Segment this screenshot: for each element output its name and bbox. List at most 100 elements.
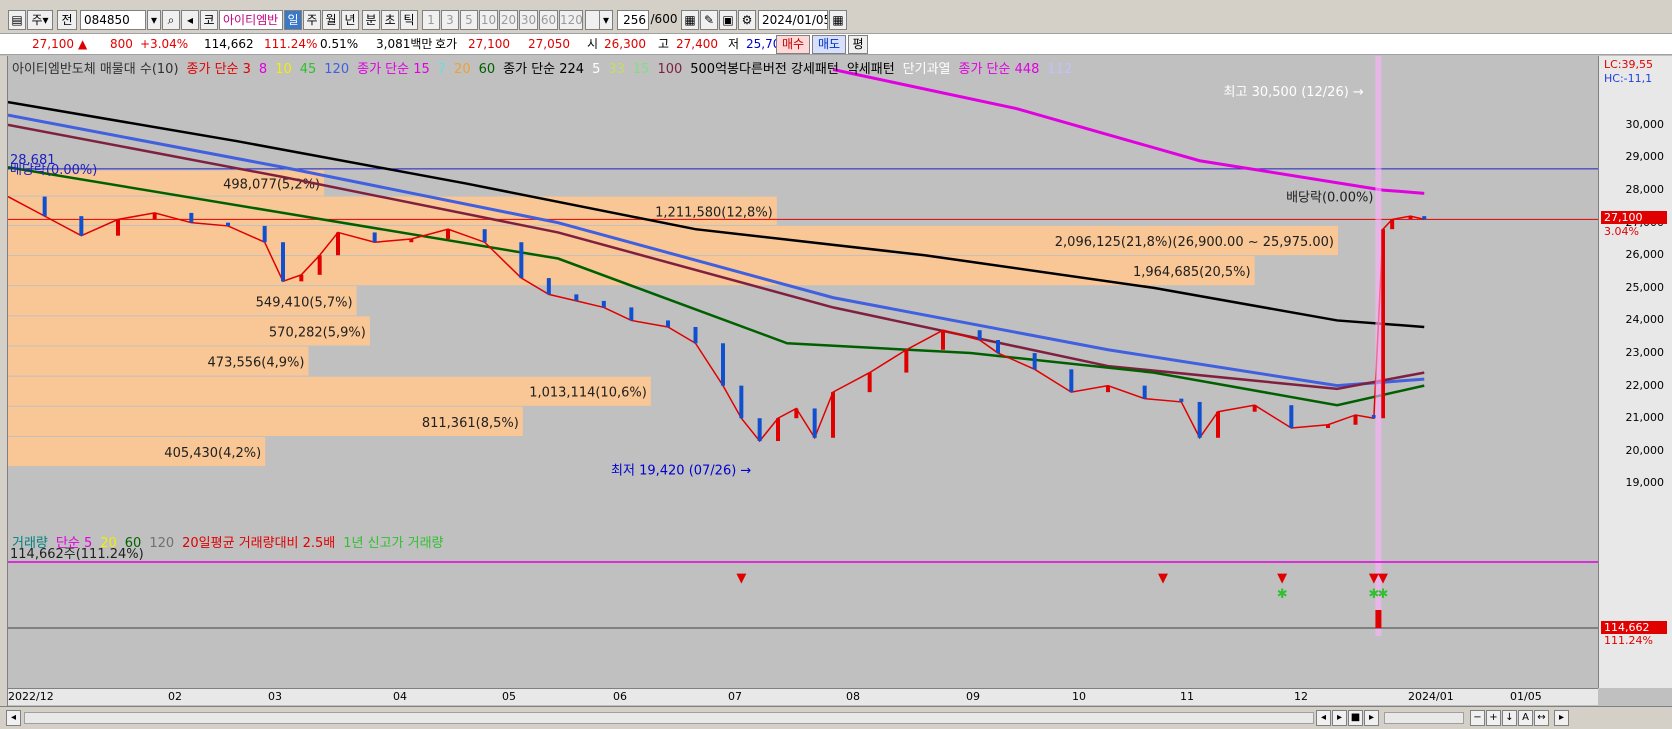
price-chart[interactable]: 1,211,580(12,8%) 2,096,125(21,8%)(26,900.… — [8, 56, 1598, 688]
sell-button[interactable]: 매도 — [812, 35, 846, 54]
prev-button[interactable]: 전 — [57, 10, 77, 30]
zoom-slider[interactable] — [1384, 712, 1464, 724]
chart-pane[interactable]: 1,211,580(12,8%) 2,096,125(21,8%)(26,900.… — [8, 56, 1598, 688]
interval-3[interactable]: 3 — [441, 10, 459, 30]
interval-20[interactable]: 20 — [499, 10, 518, 30]
legend-item[interactable]: 120 — [324, 62, 349, 77]
legend-item[interactable]: 종가 단순 448 — [959, 62, 1040, 77]
volume: 114,662 — [204, 37, 254, 51]
settings-icon[interactable]: ⚙ — [738, 10, 756, 30]
legend-item[interactable]: 단기과열 — [903, 62, 951, 77]
candle — [446, 229, 450, 239]
vol-legend-item[interactable]: 단순 5 — [56, 536, 92, 551]
event-highlight-band — [1375, 56, 1382, 636]
interval-5[interactable]: 5 — [460, 10, 478, 30]
legend-item[interactable]: 33 — [608, 62, 625, 77]
candle — [409, 238, 414, 243]
draw-tool-icon[interactable]: ✎ — [700, 10, 718, 30]
date-tick: 07 — [728, 690, 742, 703]
tab-second[interactable]: 초 — [381, 10, 399, 30]
vol-legend-item[interactable]: 120 — [149, 536, 174, 551]
scroll-bar[interactable]: ◂ ◂ ▸ ■ ▸ − + ↓ A ↔ ▸ — [0, 706, 1672, 729]
vol-legend-item[interactable]: 60 — [125, 536, 142, 551]
legend-item[interactable]: 100 — [657, 62, 682, 77]
legend-item[interactable]: 15 — [633, 62, 650, 77]
volume-flag: 114,662 — [1601, 621, 1667, 634]
tab-day[interactable]: 일 — [284, 10, 302, 30]
legend-item[interactable]: 60 — [479, 62, 496, 77]
eval-button[interactable]: 평 — [848, 35, 868, 54]
calendar-icon[interactable]: ▦ — [829, 10, 847, 30]
price-change-pct: +3.04% — [140, 37, 189, 51]
tab-year[interactable]: 년 — [341, 10, 359, 30]
bar-count-input[interactable]: 256 — [617, 10, 649, 30]
legend-item[interactable]: 종가 단순 15 — [357, 62, 430, 77]
interval-10[interactable]: 10 — [479, 10, 498, 30]
legend-item[interactable]: 약세패턴 — [847, 62, 895, 77]
current-price: 27,100 — [32, 37, 74, 51]
candle — [666, 320, 670, 327]
interval-30[interactable]: 30 — [519, 10, 538, 30]
candle — [1032, 353, 1037, 370]
interval-dropdown-icon[interactable]: ▾ — [599, 10, 613, 30]
legend-item[interactable]: 20 — [454, 62, 471, 77]
stock-name[interactable]: 아이티엠반 — [219, 10, 283, 30]
legend-item[interactable]: 10 — [275, 62, 292, 77]
volume-profile-label: 498,077(5,2%) — [223, 178, 320, 193]
period-label: 주 — [31, 13, 43, 27]
volume-profile-label: 473,556(4,9%) — [208, 356, 305, 371]
legend-item[interactable]: 8 — [259, 62, 267, 77]
legend-item[interactable]: 아이티엠반도체 매물대 수(10) — [12, 62, 179, 77]
vol-legend-item[interactable]: 1년 신고가 거래량 — [343, 536, 443, 551]
nav-stop-icon[interactable]: ■ — [1348, 710, 1363, 726]
code-dropdown-icon[interactable]: ▾ — [147, 10, 161, 30]
period-select[interactable]: 주▾ — [27, 10, 53, 30]
vol-legend-item[interactable]: 20 — [100, 536, 117, 551]
grid-icon[interactable]: ▦ — [681, 10, 699, 30]
dividend-annotation-left: 배당락(0.00%) — [10, 163, 97, 178]
turnover-rate: 0.51% — [320, 37, 359, 51]
interval-120[interactable]: 120 — [559, 10, 583, 30]
candle — [996, 340, 1000, 354]
save-icon[interactable]: ▣ — [719, 10, 737, 30]
search-icon[interactable]: ⌕ — [162, 10, 180, 30]
tab-week[interactable]: 주 — [303, 10, 321, 30]
expand-icon[interactable]: ↔ — [1534, 710, 1549, 726]
price-axis[interactable]: 19,000 20,000 21,000 22,000 23,000 24,000 25,0… — [1598, 56, 1672, 688]
candle — [941, 330, 945, 350]
candle — [739, 385, 744, 419]
zoom-in-icon[interactable]: + — [1486, 710, 1501, 726]
nav-end-icon[interactable]: ▸ — [1364, 710, 1379, 726]
interval-60[interactable]: 60 — [539, 10, 558, 30]
nav-prev-icon[interactable]: ◂ — [1316, 710, 1331, 726]
legend-item[interactable]: 7 — [438, 62, 446, 77]
scroll-track[interactable] — [24, 712, 1314, 724]
legend-item[interactable]: 45 — [300, 62, 317, 77]
sound-icon[interactable]: ◂ — [181, 10, 199, 30]
chart-menu-icon[interactable]: ▤ — [8, 10, 26, 30]
auto-scale-icon[interactable]: A — [1518, 710, 1533, 726]
candle — [1069, 369, 1074, 393]
nav-next-icon[interactable]: ▸ — [1332, 710, 1347, 726]
candle — [299, 274, 304, 282]
date-input[interactable]: 2024/01/05 — [758, 10, 828, 30]
legend-item[interactable]: 112 — [1047, 62, 1072, 77]
stock-code-input[interactable]: 084850 — [80, 10, 146, 30]
tab-tick[interactable]: 틱 — [400, 10, 418, 30]
scroll-left-icon[interactable]: ◂ — [6, 710, 21, 726]
legend-item[interactable]: 종가 단순 224 — [503, 62, 584, 77]
scroll-right-icon[interactable]: ▸ — [1554, 710, 1569, 726]
vol-legend-item[interactable]: 거래량 — [12, 536, 48, 551]
trade-amount: 3,081백만 — [376, 37, 433, 51]
zoom-out-icon[interactable]: − — [1470, 710, 1485, 726]
legend-item[interactable]: 500억봉다른버전 강세패턴 — [690, 62, 839, 77]
candle — [1216, 411, 1220, 438]
legend-item[interactable]: 5 — [592, 62, 600, 77]
tab-minute[interactable]: 분 — [362, 10, 380, 30]
zoom-fit-icon[interactable]: ↓ — [1502, 710, 1517, 726]
buy-button[interactable]: 매수 — [776, 35, 810, 54]
tab-month[interactable]: 월 — [322, 10, 340, 30]
vol-legend-item[interactable]: 20일평균 거래량대비 2.5배 — [182, 536, 335, 551]
legend-item[interactable]: 종가 단순 3 — [187, 62, 251, 77]
interval-1[interactable]: 1 — [422, 10, 440, 30]
